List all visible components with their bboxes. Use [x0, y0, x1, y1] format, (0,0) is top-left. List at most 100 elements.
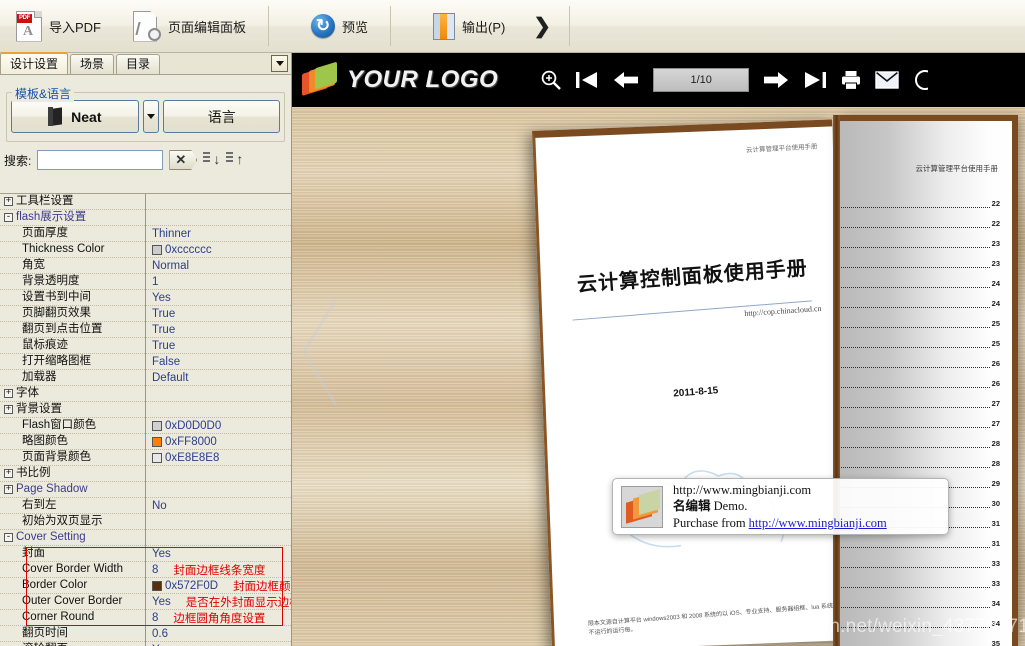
- property-value[interactable]: Thinner: [146, 226, 291, 242]
- expand-icon[interactable]: +: [4, 389, 13, 398]
- partial-circle-icon[interactable]: [912, 69, 936, 91]
- import-pdf-button[interactable]: PDF A 导入PDF: [0, 3, 117, 50]
- preview-button[interactable]: 预览: [275, 3, 384, 50]
- tab-catalog[interactable]: 目录: [116, 54, 161, 74]
- property-row[interactable]: - flash展示设置: [0, 209, 291, 226]
- property-value[interactable]: Default: [146, 370, 291, 386]
- property-row[interactable]: + Page Shadow: [0, 481, 291, 498]
- tab-design-settings[interactable]: 设计设置: [0, 52, 69, 74]
- property-value[interactable]: [146, 386, 291, 402]
- property-value[interactable]: [146, 402, 291, 418]
- output-button[interactable]: 输出(P): [397, 3, 521, 50]
- property-row[interactable]: 封面 Yes: [0, 545, 291, 562]
- collapse-icon[interactable]: -: [4, 213, 13, 222]
- property-row[interactable]: 角宽 Normal: [0, 257, 291, 274]
- expand-icon[interactable]: +: [4, 197, 13, 206]
- property-row[interactable]: 鼠标痕迹 True: [0, 337, 291, 354]
- property-value[interactable]: Normal: [146, 258, 291, 274]
- property-row[interactable]: 翻页到点击位置 True: [0, 321, 291, 338]
- clear-search-button[interactable]: ✕: [169, 150, 198, 170]
- toolbar-overflow-chevron-icon[interactable]: ❯: [521, 16, 563, 37]
- property-row[interactable]: 略图颜色 0xFF8000: [0, 433, 291, 450]
- expand-icon[interactable]: +: [4, 469, 13, 478]
- property-value[interactable]: [146, 530, 291, 546]
- book-cover-page[interactable]: 云计算管理平台使用手册 云计算控制面板使用手册 http://cop.china…: [532, 119, 852, 646]
- property-row[interactable]: Cover Border Width 8 封面边框线条宽度: [0, 561, 291, 578]
- first-page-icon[interactable]: [575, 69, 599, 91]
- property-row[interactable]: 右到左 No: [0, 497, 291, 514]
- expand-icon[interactable]: +: [4, 485, 13, 494]
- property-row[interactable]: Border Color 0x572F0D 封面边框颜色: [0, 577, 291, 594]
- property-row[interactable]: - Cover Setting: [0, 529, 291, 546]
- property-value[interactable]: No: [146, 498, 291, 514]
- tab-scene[interactable]: 场景: [70, 54, 115, 74]
- property-value[interactable]: 0xcccccc: [146, 242, 291, 258]
- property-row[interactable]: + 工具栏设置: [0, 194, 291, 210]
- property-row[interactable]: 页脚翻页效果 True: [0, 305, 291, 322]
- demo-watermark-dialog[interactable]: http://www.mingbianji.com 名编辑 Demo. Purc…: [612, 478, 949, 535]
- color-swatch-icon[interactable]: [152, 452, 162, 463]
- color-swatch-icon[interactable]: [152, 436, 162, 447]
- mail-icon[interactable]: [875, 70, 899, 90]
- property-row[interactable]: 页面背景颜色 0xE8E8E8: [0, 449, 291, 466]
- property-value[interactable]: True: [146, 338, 291, 354]
- property-value[interactable]: 0xFF8000: [146, 434, 291, 450]
- property-value[interactable]: Yes: [146, 642, 291, 646]
- property-value[interactable]: 8 封面边框线条宽度: [146, 562, 291, 578]
- property-value[interactable]: False: [146, 354, 291, 370]
- property-value[interactable]: 0x572F0D 封面边框颜色: [146, 578, 291, 594]
- property-value[interactable]: 0.6: [146, 626, 291, 642]
- property-row[interactable]: 背景透明度 1: [0, 273, 291, 290]
- last-page-icon[interactable]: [803, 69, 827, 91]
- template-dropdown-button[interactable]: [142, 100, 160, 133]
- property-grid[interactable]: + 工具栏设置 - flash展示设置 页面厚度 Thinner Thickness Col…: [0, 193, 291, 646]
- collapse-icon[interactable]: -: [4, 533, 13, 542]
- property-value[interactable]: [146, 514, 291, 530]
- property-row[interactable]: 翻页时间 0.6: [0, 625, 291, 642]
- language-button[interactable]: 语言: [163, 100, 280, 133]
- property-row[interactable]: + 背景设置: [0, 401, 291, 418]
- page-indicator[interactable]: 1/10: [653, 68, 750, 92]
- property-value[interactable]: 0xE8E8E8: [146, 450, 291, 466]
- next-page-icon[interactable]: [762, 69, 790, 91]
- property-row[interactable]: Thickness Color 0xcccccc: [0, 241, 291, 258]
- property-row[interactable]: + 字体: [0, 385, 291, 402]
- property-row[interactable]: 设置书到中间 Yes: [0, 289, 291, 306]
- property-value[interactable]: 8 边框圆角角度设置: [146, 610, 291, 626]
- property-value[interactable]: [146, 466, 291, 482]
- property-row[interactable]: Corner Round 8 边框圆角角度设置: [0, 609, 291, 626]
- property-value[interactable]: Yes 是否在外封面显示边框: [146, 594, 291, 610]
- property-value[interactable]: Yes: [146, 290, 291, 306]
- book[interactable]: 云计算管理平台使用手册 云计算控制面板使用手册 http://cop.china…: [292, 107, 1025, 646]
- property-row[interactable]: 打开缩略图框 False: [0, 353, 291, 370]
- property-value[interactable]: [146, 210, 291, 226]
- page-edit-panel-button[interactable]: 页面编辑面板: [117, 3, 262, 50]
- property-row[interactable]: 页面厚度 Thinner: [0, 225, 291, 242]
- chevron-left-nav-icon[interactable]: [300, 297, 340, 407]
- sort-descending-icon[interactable]: ↓: [203, 151, 220, 169]
- property-value[interactable]: [146, 482, 291, 498]
- property-value[interactable]: [146, 194, 291, 210]
- chevron-down-icon[interactable]: [271, 55, 288, 72]
- property-row[interactable]: 初始为双页显示: [0, 513, 291, 530]
- expand-icon[interactable]: +: [4, 405, 13, 414]
- sort-ascending-icon[interactable]: ↑: [226, 151, 243, 169]
- prev-page-icon[interactable]: [612, 69, 640, 91]
- purchase-link[interactable]: http://www.mingbianji.com: [749, 516, 887, 530]
- property-value[interactable]: 1: [146, 274, 291, 290]
- template-select-button[interactable]: Neat: [11, 100, 139, 133]
- print-icon[interactable]: [840, 69, 862, 91]
- zoom-in-icon[interactable]: [540, 69, 562, 91]
- property-row[interactable]: + 书比例: [0, 465, 291, 482]
- property-row[interactable]: Flash窗口颜色 0xD0D0D0: [0, 417, 291, 434]
- color-swatch-icon[interactable]: [152, 420, 162, 431]
- property-row[interactable]: 滚轮翻页 Yes: [0, 641, 291, 646]
- search-input[interactable]: [37, 150, 164, 170]
- book-toc-page[interactable]: 云计算管理平台使用手册 22 22 23 23 24 24 25 25 26 26 27 27 28 28…: [838, 115, 1018, 646]
- property-value[interactable]: Yes: [146, 546, 291, 562]
- property-value[interactable]: True: [146, 306, 291, 322]
- property-value[interactable]: True: [146, 322, 291, 338]
- property-row[interactable]: 加载器 Default: [0, 369, 291, 386]
- color-swatch-icon[interactable]: [152, 580, 162, 591]
- property-row[interactable]: Outer Cover Border Yes 是否在外封面显示边框: [0, 593, 291, 610]
